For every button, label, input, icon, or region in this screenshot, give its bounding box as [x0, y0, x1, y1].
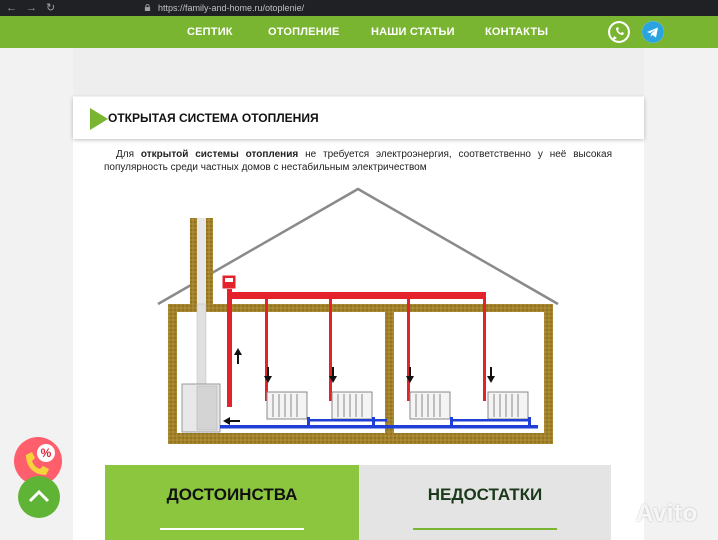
intro-bold-term: открытой системы отопления — [140, 149, 299, 160]
section-title: ОТКРЫТАЯ СИСТЕМА ОТОПЛЕНИЯ — [108, 111, 319, 125]
intro-lead: Для — [116, 149, 135, 160]
foundation — [168, 433, 553, 444]
top-banner-area — [73, 48, 644, 96]
cons-title: НЕДОСТАТКИ — [427, 485, 543, 504]
url-text: https://family-and-home.ru/otoplenie/ — [158, 3, 305, 13]
radiator-1 — [266, 391, 308, 420]
back-icon[interactable]: ← — [6, 1, 17, 15]
right-wall — [544, 304, 553, 444]
hot-riser — [227, 289, 232, 407]
pros-underline — [160, 528, 304, 530]
nav-item-otoplenie[interactable]: ОТОПЛЕНИЕ — [268, 16, 340, 48]
avito-watermark: Avito — [612, 500, 698, 528]
radiator-4 — [487, 391, 529, 420]
return-line — [220, 425, 538, 429]
telegram-icon[interactable] — [642, 21, 664, 43]
inner-wall — [385, 304, 394, 434]
section-heading: ОТКРЫТАЯ СИСТЕМА ОТОПЛЕНИЯ — [73, 97, 644, 139]
attic-floor — [168, 304, 553, 312]
pros-title: ДОСТОИНСТВА — [166, 485, 298, 504]
cons-underline — [413, 528, 557, 530]
cons-panel: НЕДОСТАТКИ — [359, 465, 611, 540]
left-wall — [168, 304, 177, 444]
heating-system-diagram — [142, 181, 576, 453]
browser-toolbar: ← → ↻ https://family-and-home.ru/otoplen… — [0, 0, 718, 16]
lock-icon — [144, 4, 151, 11]
scroll-to-top-button[interactable] — [18, 476, 60, 518]
nav-item-articles[interactable]: НАШИ СТАТЬИ — [371, 16, 455, 48]
promo-percent: % — [40, 446, 52, 460]
supply-line — [232, 292, 486, 296]
radiator-3 — [409, 391, 451, 420]
roof-outline — [157, 187, 559, 306]
whatsapp-icon[interactable] — [608, 21, 630, 43]
forward-icon[interactable]: → — [26, 1, 37, 15]
play-arrow-icon — [90, 108, 108, 130]
avito-text: Avito — [636, 500, 698, 527]
pros-panel: ДОСТОИНСТВА — [105, 465, 359, 540]
avito-logo-icon — [614, 502, 634, 522]
address-bar[interactable]: https://family-and-home.ru/otoplenie/ — [122, 1, 718, 15]
main-navigation: СЕПТИК ОТОПЛЕНИЕ НАШИ СТАТЬИ КОНТАКТЫ — [0, 16, 718, 48]
nav-item-septik[interactable]: СЕПТИК — [187, 16, 233, 48]
chevron-up-icon — [28, 489, 50, 503]
diagram-illustration — [157, 187, 559, 444]
reload-icon[interactable]: ↻ — [46, 1, 55, 15]
intro-paragraph: Для открытой системы отопления не требуе… — [104, 148, 612, 174]
radiator-2 — [331, 391, 373, 420]
nav-item-contacts[interactable]: КОНТАКТЫ — [485, 16, 548, 48]
